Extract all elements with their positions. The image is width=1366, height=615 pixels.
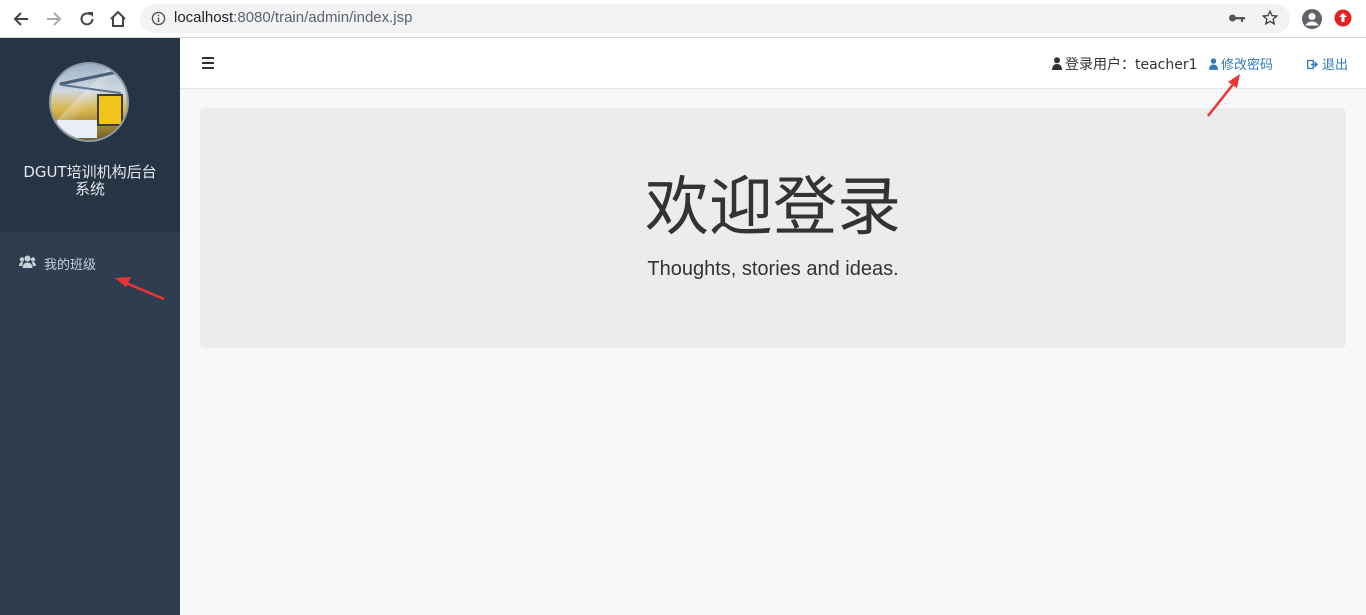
welcome-subtitle: Thoughts, stories and ideas.: [647, 258, 899, 280]
home-button[interactable]: [106, 7, 130, 31]
forward-button[interactable]: [42, 7, 66, 31]
address-bar[interactable]: localhost:8080/train/admin/index.jsp: [140, 4, 1290, 33]
extension-icon[interactable]: [1334, 9, 1352, 27]
bookmark-star-icon[interactable]: [1261, 9, 1279, 27]
key-icon[interactable]: [1228, 11, 1246, 25]
arrow-right-icon: [47, 12, 62, 26]
sign-out-icon: [1307, 59, 1318, 70]
user-icon: [1052, 57, 1062, 70]
arrow-left-icon: [13, 12, 28, 26]
annotation-arrow-password: [1207, 74, 1240, 117]
site-title: DGUT培训机构后台系统: [23, 163, 157, 198]
site-logo: [49, 62, 129, 142]
sidebar-item-label: 我的班级: [44, 258, 97, 273]
welcome-jumbotron: 欢迎登录 Thoughts, stories and ideas.: [200, 108, 1346, 348]
info-icon[interactable]: [151, 11, 166, 26]
annotation-arrow-menu: [115, 277, 165, 301]
back-button[interactable]: [9, 7, 33, 31]
logout-link[interactable]: 退出: [1307, 54, 1348, 73]
url-text[interactable]: localhost:8080/train/admin/index.jsp: [174, 9, 412, 26]
sidebar-header: DGUT培训机构后台系统: [0, 38, 180, 232]
menu-toggle-icon[interactable]: [202, 57, 216, 69]
welcome-title: 欢迎登录: [645, 171, 901, 245]
sidebar: DGUT培训机构后台系统 我的班级: [0, 38, 180, 615]
logout-label: 退出: [1322, 58, 1349, 73]
url-path: :8080/train/admin/index.jsp: [233, 9, 413, 26]
account-icon[interactable]: [1301, 8, 1323, 30]
top-navbar: 登录用户：teacher1 修改密码 退出: [180, 38, 1366, 89]
users-icon: [19, 255, 36, 268]
reload-icon: [80, 12, 94, 26]
url-host: localhost: [174, 9, 234, 26]
reload-button[interactable]: [75, 7, 99, 31]
browser-toolbar: localhost:8080/train/admin/index.jsp: [0, 0, 1366, 38]
current-user-label: 登录用户：teacher1: [1065, 57, 1198, 73]
home-icon: [110, 10, 126, 27]
current-user: 登录用户：teacher1: [1052, 54, 1198, 74]
user-icon: [1209, 58, 1218, 70]
